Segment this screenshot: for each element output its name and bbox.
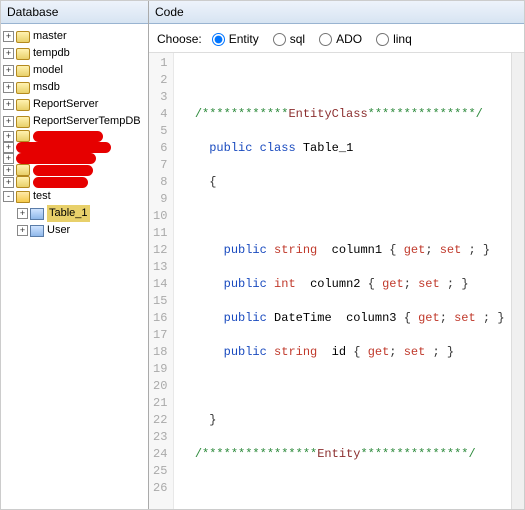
tree-label: test [33, 188, 51, 205]
code-line: public class Table_1 [180, 140, 504, 157]
expand-icon[interactable]: + [3, 99, 14, 110]
tree-label: msdb [33, 79, 60, 96]
expand-icon[interactable]: + [3, 116, 14, 127]
expand-icon[interactable]: + [3, 131, 14, 142]
tree-label: tempdb [33, 45, 70, 62]
folder-icon [16, 191, 30, 203]
tree-node-model[interactable]: + model [3, 62, 146, 79]
tree-label-selected: Table_1 [47, 205, 90, 222]
code-line: /****************Entity***************/ [180, 446, 504, 463]
database-icon [16, 48, 30, 60]
redacted-label [16, 142, 111, 153]
code-line: public int column2 { get; set ; } [180, 276, 504, 293]
expand-icon[interactable]: + [3, 65, 14, 76]
table-icon [30, 225, 44, 237]
choose-label: Choose: [157, 32, 202, 46]
tree-node-table1[interactable]: + Table_1 [17, 205, 146, 222]
code-line [180, 378, 504, 395]
database-tree: + master + tempdb + model + msdb + Repor… [1, 24, 148, 509]
expand-icon[interactable]: + [3, 142, 14, 153]
tree-node-reportserver[interactable]: + ReportServer [3, 96, 146, 113]
code-editor[interactable]: 1 2 3 4 5 6 7 8 9 10 11 12 13 14 15 16 1… [149, 53, 524, 509]
radio-linq-label: linq [393, 32, 412, 46]
radio-sql-label: sql [290, 32, 305, 46]
database-icon [16, 82, 30, 94]
radio-entity-label: Entity [229, 32, 259, 46]
tree-node-redacted[interactable]: + [3, 164, 146, 176]
database-icon [16, 31, 30, 43]
vertical-scrollbar[interactable] [511, 53, 524, 509]
table-icon [30, 208, 44, 220]
database-icon [16, 65, 30, 77]
code-line [180, 480, 504, 497]
tree-label: ReportServerTempDB [33, 113, 141, 130]
redacted-label [16, 153, 96, 164]
expand-icon[interactable]: + [3, 153, 14, 164]
tree-node-reportservertempdb[interactable]: + ReportServerTempDB [3, 113, 146, 130]
code-line: { [180, 174, 504, 191]
redacted-label [33, 165, 93, 176]
tree-node-user[interactable]: + User [17, 222, 146, 239]
tree-label: ReportServer [33, 96, 98, 113]
code-line [180, 208, 504, 225]
tree-label: User [47, 222, 70, 239]
database-icon [16, 176, 30, 188]
redacted-label [33, 177, 88, 188]
tree-node-master[interactable]: + master [3, 28, 146, 45]
expand-icon[interactable]: + [3, 31, 14, 42]
redacted-label [33, 131, 103, 142]
radio-ado[interactable] [319, 33, 332, 46]
collapse-icon[interactable]: - [3, 191, 14, 202]
choose-row: Choose: Entity sql ADO linq [149, 24, 524, 53]
radio-sql[interactable] [273, 33, 286, 46]
tree-label: model [33, 62, 63, 79]
code-line: public string id { get; set ; } [180, 344, 504, 361]
database-icon [16, 164, 30, 176]
expand-icon[interactable]: + [17, 208, 28, 219]
expand-icon[interactable]: + [3, 165, 14, 176]
code-line [180, 72, 504, 89]
radio-ado-label: ADO [336, 32, 362, 46]
code-line: public string column1 { get; set ; } [180, 242, 504, 259]
code-area[interactable]: /************EntityClass***************/… [174, 53, 510, 509]
tree-node-redacted[interactable]: + [3, 130, 146, 142]
expand-icon[interactable]: + [3, 48, 14, 59]
code-panel-header: Code [149, 1, 524, 24]
expand-icon[interactable]: + [3, 82, 14, 93]
tree-node-test[interactable]: - test [3, 188, 146, 205]
radio-entity[interactable] [212, 33, 225, 46]
expand-icon[interactable]: + [3, 177, 14, 188]
tree-label: master [33, 28, 67, 45]
database-panel: Database + master + tempdb + model + msd… [1, 1, 149, 509]
tree-node-msdb[interactable]: + msdb [3, 79, 146, 96]
code-line: } [180, 412, 504, 429]
database-icon [16, 99, 30, 111]
line-gutter: 1 2 3 4 5 6 7 8 9 10 11 12 13 14 15 16 1… [149, 53, 174, 509]
code-line: /************EntityClass***************/ [180, 106, 504, 123]
expand-icon[interactable]: + [17, 225, 28, 236]
radio-linq[interactable] [376, 33, 389, 46]
database-icon [16, 116, 30, 128]
code-line: public DateTime column3 { get; set ; } [180, 310, 504, 327]
code-panel: Code Choose: Entity sql ADO linq 1 2 3 4… [149, 1, 524, 509]
database-icon [16, 130, 30, 142]
tree-node-tempdb[interactable]: + tempdb [3, 45, 146, 62]
tree-node-redacted[interactable]: + [3, 176, 146, 188]
database-panel-header: Database [1, 1, 148, 24]
tree-node-redacted[interactable]: + [3, 153, 146, 164]
tree-node-redacted[interactable]: + [3, 142, 146, 153]
